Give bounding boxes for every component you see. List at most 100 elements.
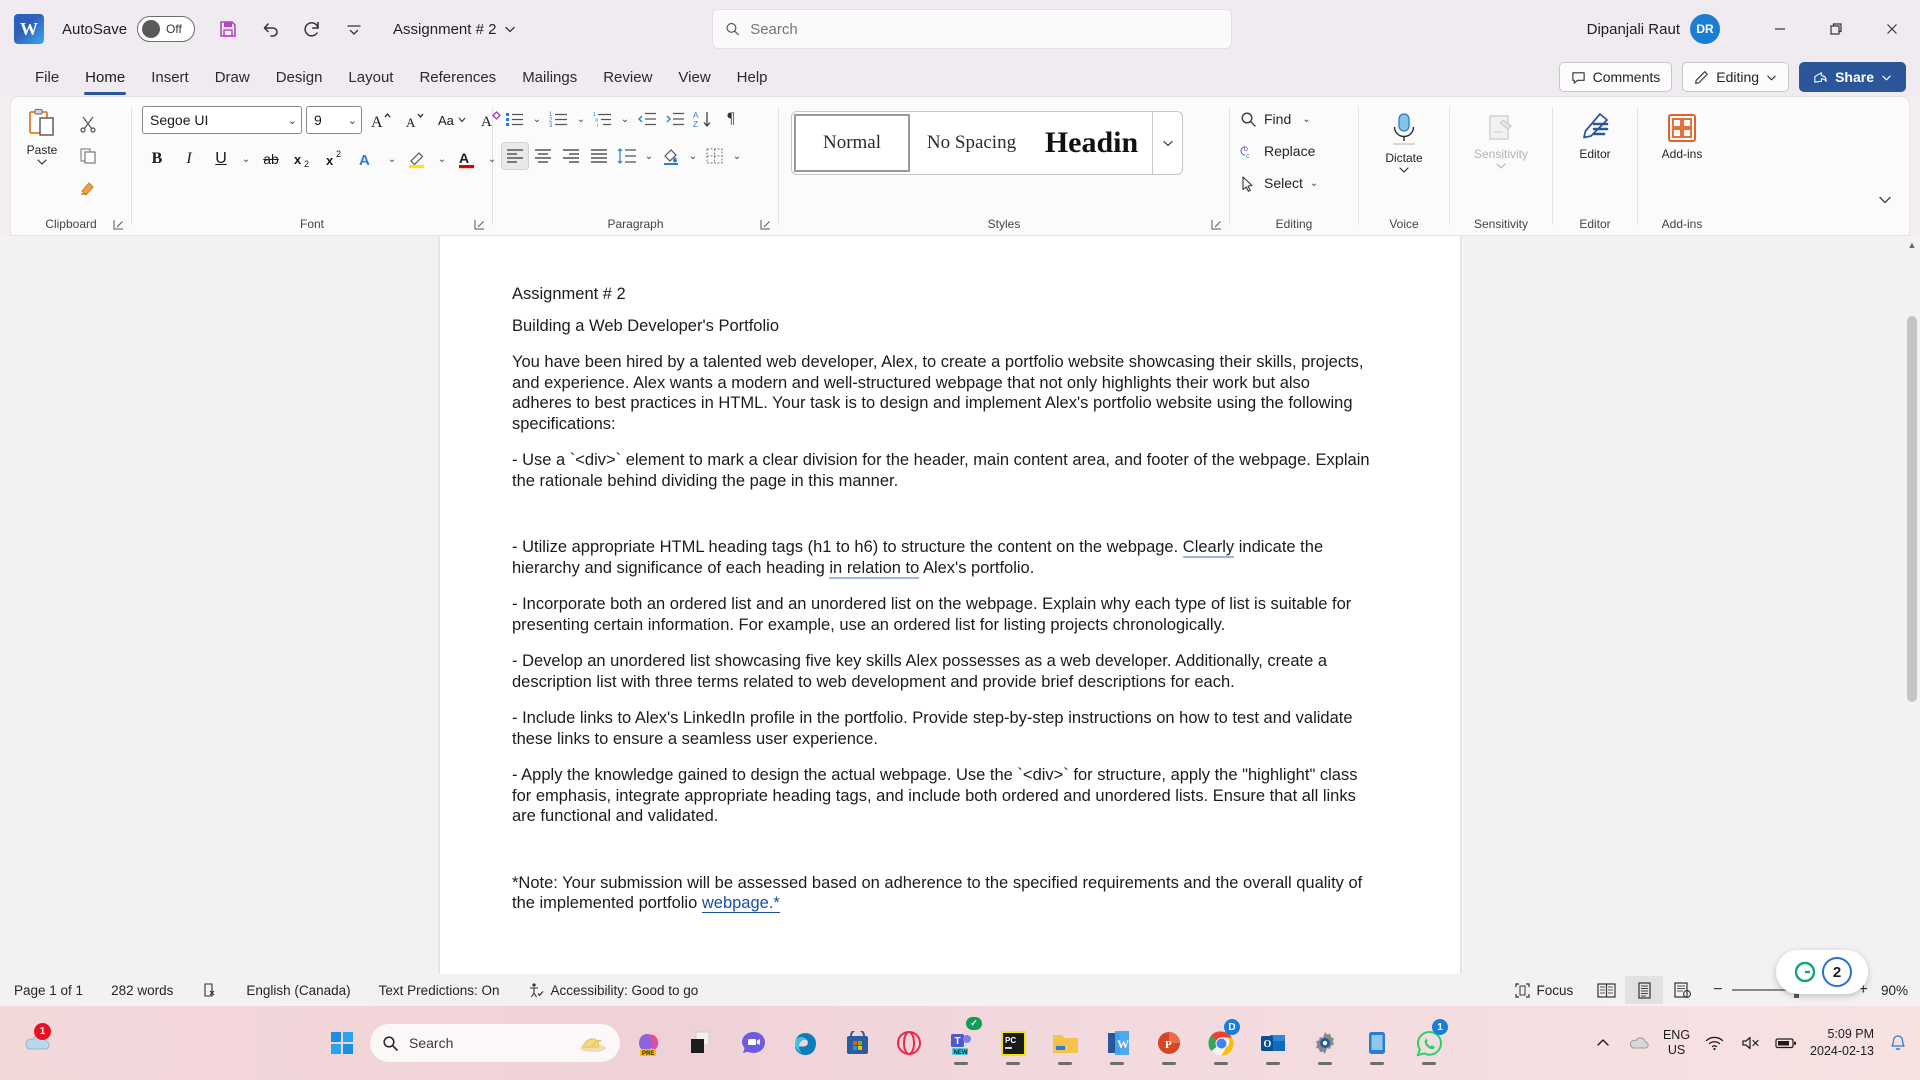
copy-button[interactable]	[73, 141, 103, 171]
taskbar-microsoft-store[interactable]	[834, 1017, 880, 1069]
tab-help[interactable]: Help	[724, 63, 781, 92]
taskbar-chrome[interactable]: D	[1198, 1017, 1244, 1069]
grammarly-widget[interactable]: 2	[1776, 950, 1868, 994]
bullets-button[interactable]	[501, 105, 529, 133]
shading-button[interactable]	[657, 142, 685, 170]
save-icon[interactable]	[211, 12, 245, 46]
taskbar-settings[interactable]	[1302, 1017, 1348, 1069]
document-page[interactable]: Assignment # 2 Building a Web Developer'…	[440, 236, 1460, 996]
tray-volume-button[interactable]	[1738, 1031, 1762, 1055]
strikethrough-button[interactable]: ab	[256, 144, 286, 174]
comments-button[interactable]: Comments	[1558, 62, 1673, 92]
tab-draw[interactable]: Draw	[202, 63, 263, 92]
taskbar-edge[interactable]	[782, 1017, 828, 1069]
increase-indent-button[interactable]	[661, 105, 689, 133]
multilevel-list-button[interactable]: 1ai	[589, 105, 617, 133]
editor-button[interactable]: Editor	[1553, 105, 1637, 161]
tab-home[interactable]: Home	[72, 63, 138, 95]
grammarly-suggestion-count[interactable]: 2	[1822, 957, 1852, 987]
editing-mode-button[interactable]: Editing	[1682, 62, 1790, 92]
text-effects-chevron-down-icon[interactable]: ⌄	[384, 145, 400, 173]
underline-options-chevron-down-icon[interactable]: ⌄	[238, 145, 254, 173]
start-button[interactable]	[320, 1021, 364, 1065]
tray-overflow-button[interactable]	[1591, 1031, 1615, 1055]
font-dialog-launcher[interactable]	[474, 219, 486, 231]
read-mode-button[interactable]	[1587, 976, 1625, 1004]
align-center-button[interactable]	[529, 142, 557, 170]
tab-view[interactable]: View	[665, 63, 723, 92]
vertical-scrollbar[interactable]: ▲ ▼	[1904, 236, 1920, 996]
style-no-spacing[interactable]: No Spacing	[912, 112, 1032, 174]
taskbar-onedrive[interactable]: 1	[14, 1017, 60, 1069]
text-effects-button[interactable]: A	[352, 144, 382, 174]
line-spacing-button[interactable]	[613, 142, 641, 170]
tray-wifi-button[interactable]	[1702, 1031, 1726, 1055]
shading-chevron-down-icon[interactable]: ⌄	[685, 142, 701, 170]
font-color-button[interactable]: A	[452, 144, 482, 174]
align-left-button[interactable]	[501, 142, 529, 170]
bullets-chevron-down-icon[interactable]: ⌄	[529, 105, 545, 133]
decrease-indent-button[interactable]	[633, 105, 661, 133]
find-button[interactable]: Find ⌄	[1230, 103, 1311, 135]
style-heading-1[interactable]: Headin	[1032, 112, 1152, 174]
borders-button[interactable]	[701, 142, 729, 170]
chevron-down-icon[interactable]	[1495, 161, 1507, 171]
grammar-suggestion-in-relation-to[interactable]: in relation to	[829, 558, 920, 579]
style-normal[interactable]: Normal	[794, 114, 910, 172]
clipboard-dialog-launcher[interactable]	[113, 219, 125, 231]
word-search-box[interactable]	[712, 9, 1232, 49]
tab-review[interactable]: Review	[590, 63, 665, 92]
addins-button[interactable]: Add-ins	[1638, 105, 1726, 161]
chevron-down-icon[interactable]	[1398, 165, 1410, 175]
taskbar-files-stack[interactable]	[678, 1017, 724, 1069]
styles-dialog-launcher[interactable]	[1211, 219, 1223, 231]
taskbar-opera[interactable]	[886, 1017, 932, 1069]
avatar[interactable]: DR	[1690, 14, 1720, 44]
search-input[interactable]	[750, 20, 1219, 38]
proofing-status[interactable]	[187, 977, 232, 1003]
subscript-button[interactable]: x2	[288, 144, 318, 174]
taskbar-outlook[interactable]: O	[1250, 1017, 1296, 1069]
text-predictions-status[interactable]: Text Predictions: On	[365, 977, 514, 1003]
word-count-status[interactable]: 282 words	[97, 977, 187, 1003]
taskbar-powerpoint[interactable]: P	[1146, 1017, 1192, 1069]
numbering-button[interactable]: 123	[545, 105, 573, 133]
tab-file[interactable]: File	[22, 63, 72, 92]
focus-mode-button[interactable]: Focus	[1500, 977, 1588, 1003]
bold-button[interactable]: B	[142, 144, 172, 174]
tab-layout[interactable]: Layout	[335, 63, 406, 92]
undo-icon[interactable]	[253, 12, 287, 46]
restore-button[interactable]	[1808, 0, 1864, 58]
borders-chevron-down-icon[interactable]: ⌄	[729, 142, 745, 170]
chevron-down-icon[interactable]	[36, 157, 48, 167]
document-canvas[interactable]: Assignment # 2 Building a Web Developer'…	[0, 236, 1920, 996]
tray-notifications-button[interactable]	[1886, 1031, 1910, 1055]
font-family-combo[interactable]: Segoe UI ⌄	[142, 106, 302, 134]
line-spacing-chevron-down-icon[interactable]: ⌄	[641, 142, 657, 170]
sort-button[interactable]: AZ	[689, 105, 717, 133]
highlight-color-chevron-down-icon[interactable]: ⌄	[434, 145, 450, 173]
select-chevron-down-icon[interactable]: ⌄	[1310, 178, 1318, 189]
taskbar-file-explorer[interactable]	[1042, 1017, 1088, 1069]
cut-button[interactable]	[73, 109, 103, 139]
italic-button[interactable]: I	[174, 144, 204, 174]
tray-clock[interactable]: 5:09 PM 2024-02-13	[1810, 1026, 1874, 1060]
change-case-button[interactable]: Aa	[434, 105, 472, 135]
grammar-suggestion-clearly[interactable]: Clearly	[1182, 538, 1235, 558]
accessibility-status[interactable]: Accessibility: Good to go	[513, 977, 712, 1003]
styles-more-button[interactable]	[1152, 112, 1182, 174]
align-right-button[interactable]	[557, 142, 585, 170]
underline-button[interactable]: U	[206, 144, 236, 174]
redo-icon[interactable]	[295, 12, 329, 46]
font-size-combo[interactable]: 9 ⌄	[306, 106, 362, 134]
zoom-out-button[interactable]: −	[1713, 981, 1722, 999]
taskbar-zoom[interactable]	[730, 1017, 776, 1069]
minimize-button[interactable]	[1752, 0, 1808, 58]
tray-onedrive-button[interactable]	[1627, 1031, 1651, 1055]
taskbar-whatsapp[interactable]: 1	[1406, 1017, 1452, 1069]
autosave-toggle[interactable]: Off	[137, 16, 196, 42]
paragraph-dialog-launcher[interactable]	[760, 219, 772, 231]
taskbar-phone-link[interactable]	[1354, 1017, 1400, 1069]
superscript-button[interactable]: x2	[320, 144, 350, 174]
tray-battery-button[interactable]	[1774, 1031, 1798, 1055]
